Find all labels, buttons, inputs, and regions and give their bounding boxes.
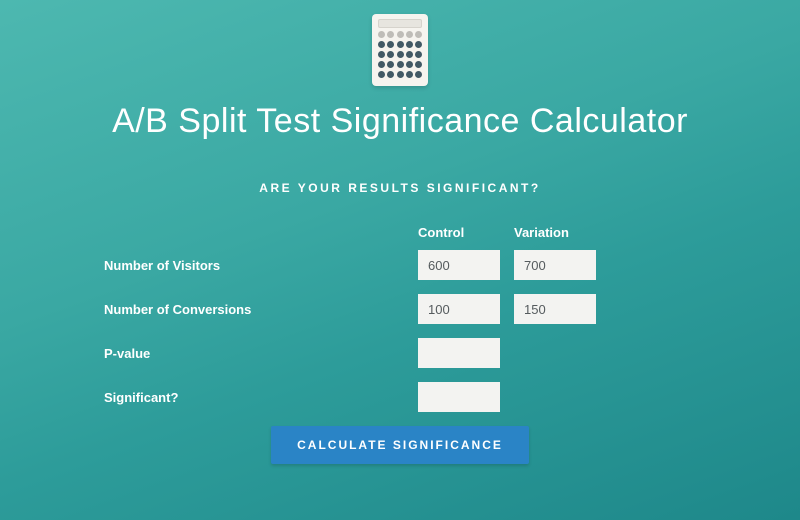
input-visitors-variation[interactable] xyxy=(514,250,596,280)
row-visitors: Number of Visitors xyxy=(80,250,720,280)
column-header-variation: Variation xyxy=(514,225,596,240)
label-visitors: Number of Visitors xyxy=(104,258,404,273)
actions: CALCULATE SIGNIFICANCE xyxy=(80,426,720,464)
calculator-icon xyxy=(372,14,428,86)
row-pvalue: P-value xyxy=(80,338,720,368)
output-significant[interactable] xyxy=(418,382,500,412)
calculate-button[interactable]: CALCULATE SIGNIFICANCE xyxy=(271,426,529,464)
label-pvalue: P-value xyxy=(104,346,404,361)
output-pvalue[interactable] xyxy=(418,338,500,368)
row-significant: Significant? xyxy=(80,382,720,412)
input-conversions-variation[interactable] xyxy=(514,294,596,324)
input-visitors-control[interactable] xyxy=(418,250,500,280)
label-significant: Significant? xyxy=(104,390,404,405)
page-subtitle: ARE YOUR RESULTS SIGNIFICANT? xyxy=(259,181,540,195)
page: A/B Split Test Significance Calculator A… xyxy=(0,0,800,520)
input-conversions-control[interactable] xyxy=(418,294,500,324)
column-header-control: Control xyxy=(418,225,500,240)
column-headers: Control Variation xyxy=(80,225,720,240)
label-conversions: Number of Conversions xyxy=(104,302,404,317)
form: Control Variation Number of Visitors Num… xyxy=(80,225,720,464)
page-title: A/B Split Test Significance Calculator xyxy=(112,102,688,141)
row-conversions: Number of Conversions xyxy=(80,294,720,324)
